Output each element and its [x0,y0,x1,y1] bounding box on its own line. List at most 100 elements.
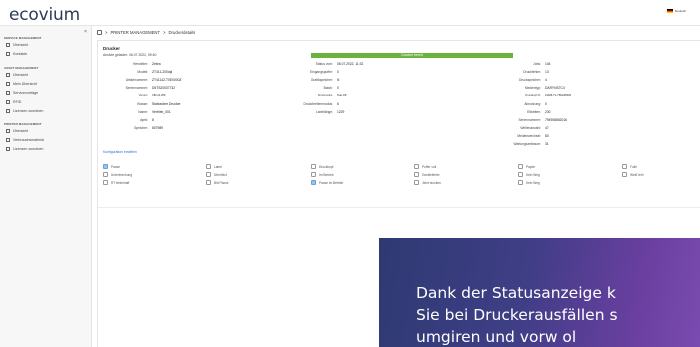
create-configuration-link[interactable]: Konfiguration erstellen [103,150,137,154]
grid-icon [6,43,10,47]
rfid-icon [6,100,10,104]
status-checkbox-in-operation[interactable]: Im Betrieb [311,172,334,177]
license-icon [6,109,10,113]
checkbox[interactable] [414,172,419,177]
field-dpmi: dpmi: 8 [139,118,154,122]
checkbox[interactable] [518,164,523,169]
checkbox[interactable] [206,164,211,169]
field-class: Klasse: Stationärer Drucker [137,102,181,106]
sidebar-close-icon[interactable]: × [84,29,87,35]
field-batch: Batch: 0 [323,86,339,90]
field-article-number: Artikelnummer: ZT41142-T0E0000Z [125,78,182,82]
language-label: Deutsch [674,9,686,13]
promo-line-1: Dank der Statusanzeige k [416,284,616,302]
status-checkbox-foil[interactable]: Folie [622,164,637,169]
ecovium-logo[interactable]: ecovium [9,5,80,25]
status-checkbox-request-pause[interactable]: Bitt Pause [206,180,229,185]
breadcrumb-separator: > [105,30,108,35]
grid-icon [6,73,10,77]
field-serial-number-2: Seriennummer: 794908852016 [518,118,568,122]
breadcrumb: > PRINTER MANAGEMENT > Druckerdetails [97,30,195,35]
status-checkbox-no-path-1[interactable]: Kein Weg [518,172,540,177]
sidebar-item-my-overview[interactable]: Mein Übersicht [6,82,37,86]
status-checkbox-overheated[interactable]: Überhitzt [206,172,227,177]
field-wave-count: Wellenanzahl: 47 [520,126,549,130]
top-header: ecovium Deutsch [0,0,700,26]
home-icon[interactable] [97,30,102,35]
field-label-length: Labellänge: 1229 [315,110,345,114]
field-graphics-memory: Grafikspeicher: N [310,78,340,82]
consumables-icon [6,138,10,142]
status-checkbox-no-path-2[interactable]: Kein Weg [518,180,540,185]
checkbox[interactable] [206,180,211,185]
status-checkbox-printhead[interactable]: Druckkopf [311,164,333,169]
sidebar-item-asset-overview[interactable]: Übersicht [6,73,28,77]
sidebar-item-consumables[interactable]: Verbrauchsmaterial [6,138,44,142]
grid-icon [6,129,10,133]
checkbox[interactable] [622,164,627,169]
breadcrumb-printer-details: Druckerdetails [168,30,196,35]
promo-banner: Dank der Statusanzeige k Sie bei Drucker… [379,238,700,347]
language-selector[interactable]: Deutsch [666,9,686,13]
sidebar-group-service: SERVICE MANAGEMENT [4,36,42,40]
checkbox-checked[interactable] [103,164,108,169]
checkbox[interactable] [414,180,419,185]
sidebar-item-contacts[interactable]: Kontakte [6,52,27,56]
field-serial-number: Seriennummer: D5TS20037732 [125,86,176,90]
field-input-buffer: Eingangspuffer: 0 [309,70,339,74]
status-checkbox-label[interactable]: Label [206,164,222,169]
sidebar-item-asset-licenses[interactable]: Lizenzen zuordnen [6,109,43,113]
sidebar-item-rfid[interactable]: RFID [6,100,21,104]
sidebar-group-asset: ASSET MANAGEMENT [4,66,39,70]
field-manufacturer: Hersteller: Zebra [132,62,161,66]
status-checkbox-buffer-full[interactable]: Puffer voll [414,164,436,169]
sidebar-item-printer-overview[interactable]: Übersicht [6,129,28,133]
checkbox[interactable] [206,172,211,177]
field-print-mode: Druckmodus: Tear-Off [317,94,347,97]
field-print-memory: Druckspeicher: 4 [519,78,547,82]
field-maintenance-period: Wartungszeitraum: 31 [513,142,549,146]
document-icon [6,91,10,95]
checkbox[interactable] [518,172,523,177]
checkbox[interactable] [103,180,108,185]
status-checkbox-interruption[interactable]: Unterbrechung [103,172,132,177]
status-checkbox-paper[interactable]: Papier [518,164,535,169]
checkbox[interactable] [103,172,108,177]
status-checkbox-print-now[interactable]: Jetzt drucken [414,180,441,185]
checkbox[interactable] [311,164,316,169]
checkbox[interactable] [414,164,419,169]
field-status-date: Status vom: 06.07.2022, 11:32 [315,62,364,66]
field-jobs: Jobs: 104 [533,62,551,66]
status-checkbox-white-missing[interactable]: Weiß fehl [622,172,643,177]
field-name: Name: Vertrieb_001 [138,110,171,114]
license-icon [6,147,10,151]
contacts-icon [6,52,10,56]
field-labels: Etiketten: 230 [527,110,551,114]
status-checkbox-pause[interactable]: Pause [103,164,120,169]
status-checkbox-rt-error[interactable]: RT fehlerhaft [103,180,129,185]
sidebar-item-service-contracts[interactable]: Servicevorträge [6,91,38,95]
field-print-errors: Druckfehler: 13 [523,70,549,74]
field-printhead-id: Druckkopf ID: 41026-T1-Y5DA45529 [525,94,571,97]
sidebar-item-service-overview[interactable]: Übersicht [6,43,28,47]
promo-text: Dank der Statusanzeige k Sie bei Drucker… [416,282,618,347]
status-checkbox-device-error[interactable]: Gerätefehler [414,172,440,177]
card-divider [98,207,700,208]
checkbox-checked[interactable] [311,180,316,185]
field-memory: Speicher: 807989 [134,126,164,130]
checkbox[interactable] [622,172,627,177]
checkbox[interactable] [518,180,523,185]
sidebar-item-printer-licenses[interactable]: Lizenzen zuordnen [6,147,43,151]
field-wear: Abnutzung: 0 [524,102,547,106]
promo-line-3: umgiren und vorw ol [416,328,577,346]
checkbox[interactable] [311,172,316,177]
sidebar-group-printer: PRINTER MANAGEMENT [4,122,42,126]
field-model: Modell: ZT411-200dpi [137,70,173,74]
status-checkbox-pause-in-operation[interactable]: Pause im Betrieb [311,180,343,185]
breadcrumb-printer-management[interactable]: PRINTER MANAGEMENT [110,30,160,35]
field-version: Version: V90.21.25Z [138,94,166,97]
promo-line-2: Sie bei Druckerausfällen s [416,306,618,324]
sidebar: × SERVICE MANAGEMENT Übersicht Kontakte … [0,26,92,347]
field-media-type: Medientyp: DARYNS7C4 [524,86,565,90]
breadcrumb-separator: > [163,30,166,35]
